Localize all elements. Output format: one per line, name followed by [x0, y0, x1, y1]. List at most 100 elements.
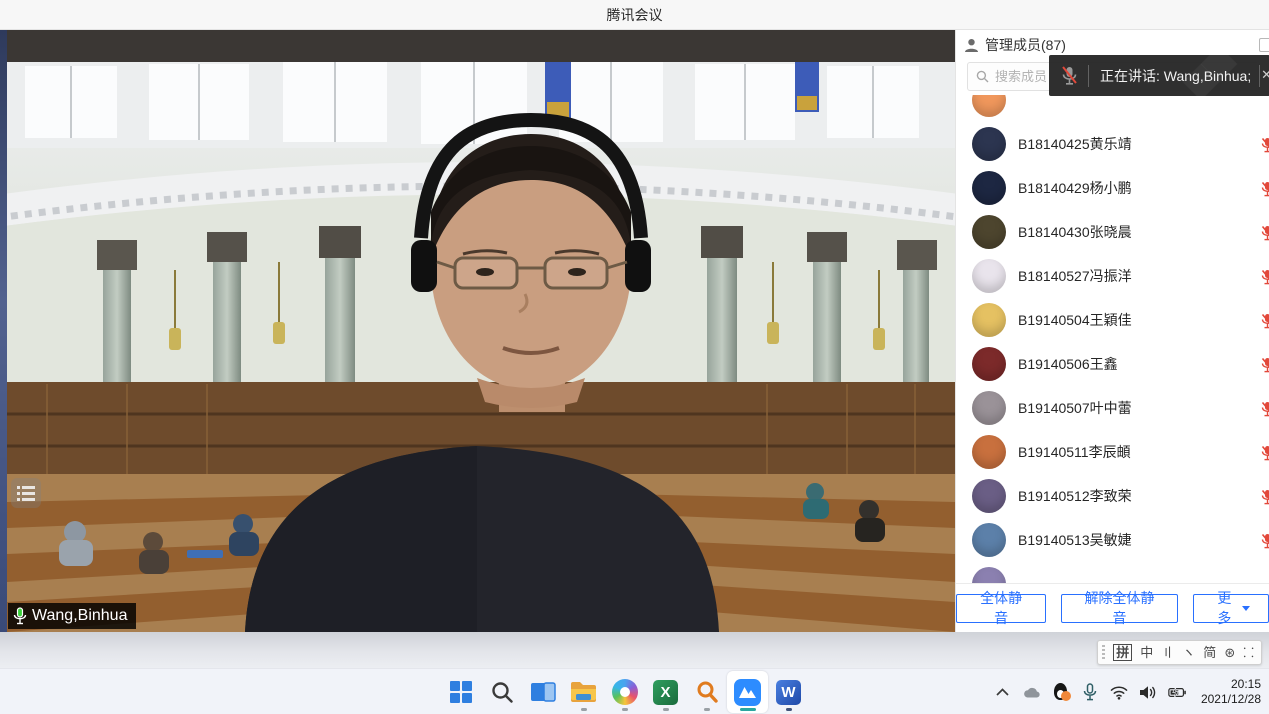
task-view-icon [530, 680, 556, 704]
ime-item[interactable]: 中 [1140, 646, 1153, 659]
unmute-all-label: 解除全体静音 [1080, 588, 1158, 628]
member-name-label: B18140430张晓晨 [1018, 222, 1132, 242]
member-mic-muted-icon[interactable] [1261, 533, 1269, 549]
tencent-meeting-button[interactable] [727, 671, 768, 713]
ime-toolbar[interactable]: 拼中〢ヽ简 ⊛ ⸬ [1097, 640, 1262, 665]
member-row[interactable]: B18140527冯振洋 [956, 254, 1269, 298]
window-title: 腾讯会议 [607, 5, 663, 25]
ime-item[interactable]: 拼 [1113, 644, 1132, 661]
member-name-label: B18140425黄乐靖 [1018, 134, 1132, 154]
volume-icon[interactable] [1139, 683, 1157, 701]
orange-magnifier-icon [695, 680, 719, 704]
excel-button[interactable]: X [645, 671, 686, 713]
panel-title: 管理成员(87) [985, 35, 1066, 55]
running-indicator [786, 708, 792, 711]
orange-search-app-button[interactable] [686, 671, 727, 713]
person-icon [964, 38, 979, 53]
speaker-name-tag: Wang,Binhua [8, 603, 136, 629]
tray-time: 20:15 [1201, 677, 1261, 692]
window-titlebar[interactable]: 腾讯会议 [0, 0, 1269, 30]
member-mic-muted-icon[interactable] [1261, 489, 1269, 505]
search-icon [490, 680, 514, 704]
member-avatar [972, 171, 1006, 205]
list-icon [17, 485, 35, 501]
member-mic-muted-icon[interactable] [1261, 445, 1269, 461]
speaker-name: Wang,Binhua [32, 607, 127, 625]
member-row[interactable]: B18140429杨小鹏 [956, 166, 1269, 210]
wifi-icon[interactable] [1110, 683, 1128, 701]
tencent-meeting-icon [734, 679, 761, 706]
mic-active-icon [13, 607, 27, 625]
video-layout-button[interactable] [11, 478, 41, 508]
task-view-button[interactable] [522, 671, 563, 713]
system-tray: 20:15 2021/12/28 [994, 669, 1261, 714]
member-row[interactable]: B19140506王鑫 [956, 342, 1269, 386]
video-letterbox-top [7, 30, 955, 62]
member-mic-muted-icon[interactable] [1261, 313, 1269, 329]
tray-chevron-up-icon[interactable] [994, 683, 1012, 701]
member-row[interactable]: B19140513吴敏婕 [956, 518, 1269, 562]
member-avatar [972, 215, 1006, 249]
mute-all-button[interactable]: 全体静音 [956, 594, 1046, 623]
member-name-label: B19140512李致荣 [1018, 486, 1132, 506]
qq-icon[interactable] [1052, 683, 1070, 701]
member-avatar [972, 95, 1006, 117]
toast-close-icon[interactable]: ✕ [1261, 67, 1269, 83]
member-row[interactable]: B19140512李致荣 [956, 474, 1269, 518]
windows-start-icon [449, 680, 473, 704]
member-mic-muted-icon[interactable] [1261, 357, 1269, 373]
popout-icon[interactable] [1259, 38, 1269, 52]
ime-item[interactable]: ⊛ [1224, 646, 1235, 659]
taskbar-clock[interactable]: 20:15 2021/12/28 [1201, 677, 1261, 707]
mute-all-label: 全体静音 [975, 588, 1027, 628]
video-stage: Wang,Binhua [0, 30, 955, 632]
tray-microphone-icon[interactable] [1081, 683, 1099, 701]
toast-divider [1088, 65, 1089, 87]
member-avatar [972, 347, 1006, 381]
member-row[interactable]: B18140430张晓晨 [956, 210, 1269, 254]
speaking-toast: 正在讲话: Wang,Binhua; ✕ [1049, 55, 1269, 96]
battery-charging-icon[interactable] [1168, 683, 1186, 701]
ime-item[interactable]: 简 [1203, 646, 1216, 659]
ime-items: 拼中〢ヽ简 ⊛ ⸬ [1113, 644, 1254, 661]
unmute-all-button[interactable]: 解除全体静音 [1061, 594, 1177, 623]
member-row[interactable]: B18140425黄乐靖 [956, 122, 1269, 166]
mic-muted-icon [1061, 65, 1078, 86]
member-mic-muted-icon[interactable] [1261, 225, 1269, 241]
taskbar-search-button[interactable] [481, 671, 522, 713]
member-list[interactable]: B18140425黄乐靖 B18140429杨小鹏 [956, 95, 1269, 583]
search-icon [976, 70, 989, 83]
member-mic-muted-icon[interactable] [1261, 401, 1269, 417]
member-avatar [972, 391, 1006, 425]
member-mic-muted-icon[interactable] [1261, 269, 1269, 285]
ime-item[interactable]: ヽ [1182, 646, 1195, 659]
member-name-label: B19140511李辰頔 [1018, 442, 1131, 462]
file-explorer-button[interactable] [563, 671, 604, 713]
member-avatar [972, 435, 1006, 469]
member-avatar [972, 567, 1006, 583]
active-indicator [740, 708, 756, 711]
ime-item[interactable]: ⸬ [1243, 646, 1254, 659]
ime-drag-handle[interactable] [1102, 645, 1105, 661]
member-avatar [972, 523, 1006, 557]
member-mic-muted-icon[interactable] [1261, 181, 1269, 197]
running-indicator [622, 708, 628, 711]
member-row[interactable]: B19140511李辰頔 [956, 430, 1269, 474]
member-name-label: B19140506王鑫 [1018, 354, 1118, 374]
pinwheel-browser-button[interactable] [604, 671, 645, 713]
more-button[interactable]: 更多 [1193, 594, 1269, 623]
member-name-label: B19140504王穎佳 [1018, 310, 1132, 330]
chevron-down-icon [1242, 606, 1250, 611]
member-mic-muted-icon[interactable] [1261, 137, 1269, 153]
member-row[interactable]: B19140504王穎佳 [956, 298, 1269, 342]
ime-item[interactable]: 〢 [1161, 646, 1174, 659]
start-button[interactable] [440, 671, 481, 713]
onedrive-cloud-icon[interactable] [1023, 683, 1041, 701]
member-avatar [972, 479, 1006, 513]
member-row[interactable] [956, 95, 1269, 122]
member-name-label: B18140527冯振洋 [1018, 266, 1132, 286]
word-button[interactable]: W [768, 671, 809, 713]
file-explorer-icon [570, 680, 597, 704]
member-row[interactable] [956, 562, 1269, 583]
member-row[interactable]: B19140507叶中蕾 [956, 386, 1269, 430]
